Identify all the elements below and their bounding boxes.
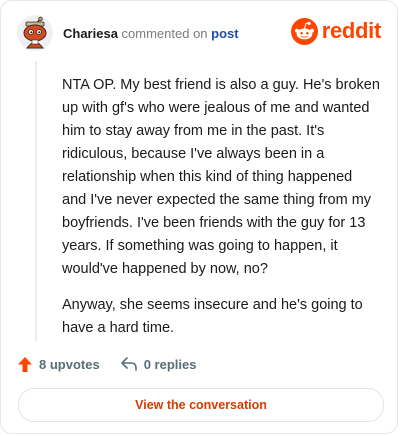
comment-paragraph: NTA OP. My best friend is also a guy. He… [62, 77, 380, 277]
username[interactable]: Chariesa [63, 26, 118, 41]
comment-footer: 8 upvotes 0 replies [17, 353, 196, 375]
upvotes-stat[interactable]: 8 upvotes [17, 356, 100, 373]
replies-count: 0 replies [143, 356, 197, 372]
user-avatar[interactable] [17, 15, 53, 51]
thread-line [35, 61, 37, 341]
reddit-snoo-icon [290, 17, 318, 45]
reply-arrow-icon [120, 357, 137, 371]
action-text: commented on [121, 26, 208, 41]
embedded-comment-card: Chariesa commented on post reddit NTA OP… [0, 0, 398, 434]
comment-paragraph: Anyway, she seems insecure and he's goin… [62, 297, 363, 336]
upvotes-count: 8 upvotes [39, 356, 100, 372]
reddit-wordmark: reddit [321, 18, 382, 43]
comment-meta: Chariesa commented on post [63, 26, 239, 42]
reddit-logo[interactable]: reddit [290, 17, 382, 45]
post-link[interactable]: post [211, 26, 238, 41]
view-conversation-button[interactable]: View the conversation [18, 388, 384, 422]
comment-header: Chariesa commented on post reddit [17, 15, 381, 51]
replies-stat[interactable]: 0 replies [120, 356, 197, 372]
snoo-avatar-icon [17, 15, 53, 51]
upvote-arrow-icon [18, 356, 32, 372]
comment-body: NTA OP. My best friend is also a guy. He… [62, 74, 380, 353]
